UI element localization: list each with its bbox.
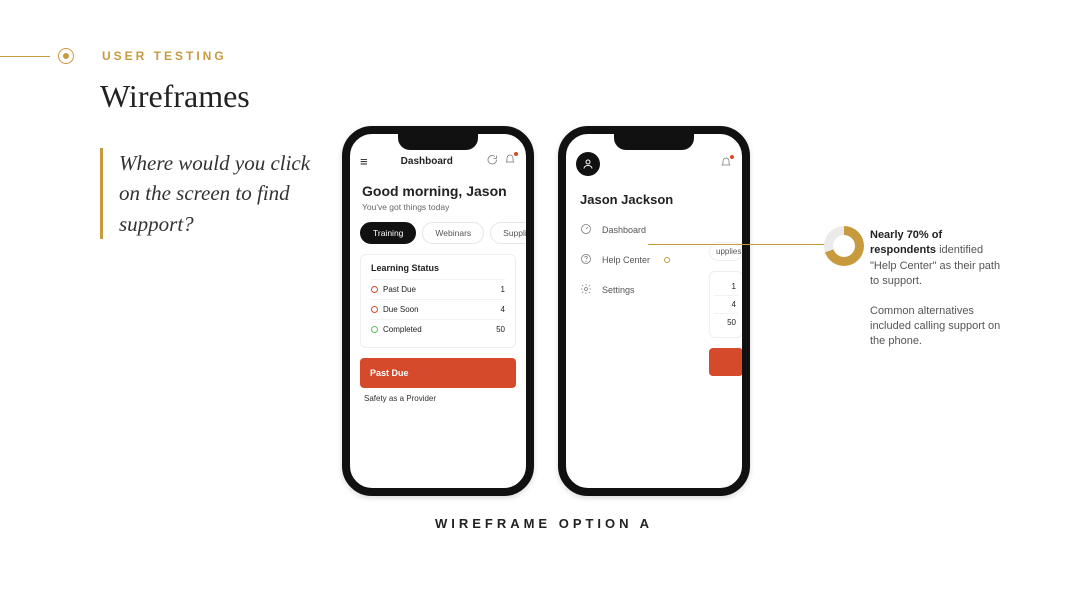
annotation-connector-line — [648, 244, 830, 245]
row-label: Past Due — [383, 285, 416, 294]
question-text: Where would you click on the screen to f… — [119, 148, 319, 239]
menu-label: Settings — [602, 285, 635, 295]
question-block: Where would you click on the screen to f… — [100, 148, 319, 239]
status-row-completed[interactable]: Completed 50 — [371, 319, 505, 339]
row-label: Due Soon — [383, 305, 419, 314]
wireframe-phone-menu: Jason Jackson Dashboard Help Center Sett… — [558, 126, 750, 496]
tab-training[interactable]: Training — [360, 222, 416, 244]
row-label: Completed — [383, 325, 422, 334]
greeting-subtext: You've got things today — [350, 200, 526, 222]
wireframe-caption: WIREFRAME OPTION A — [0, 516, 1088, 531]
avatar-icon[interactable] — [576, 152, 600, 176]
status-dot-icon — [371, 326, 378, 333]
peek-value: 1 — [732, 282, 736, 291]
peek-value: 50 — [727, 318, 736, 327]
module-title: Safety as a Provider — [350, 388, 526, 403]
annotation-text: Nearly 70% of respondents identified "He… — [870, 228, 1010, 364]
bell-icon[interactable] — [720, 157, 732, 172]
menu-item-helpcenter[interactable]: Help Center — [580, 245, 728, 275]
gauge-icon — [580, 223, 594, 237]
bell-icon[interactable] — [504, 154, 516, 169]
peek-pastdue-banner — [709, 348, 742, 376]
gear-icon — [580, 283, 594, 297]
menu-item-settings[interactable]: Settings — [580, 275, 728, 305]
status-row-pastdue[interactable]: Past Due 1 — [371, 279, 505, 299]
row-value: 50 — [496, 325, 505, 334]
question-icon — [580, 253, 594, 267]
hamburger-icon[interactable]: ≡ — [360, 155, 368, 168]
peek-value: 4 — [732, 300, 736, 309]
wireframe-phone-dashboard: ≡ Dashboard Good morning, Jason You've g… — [342, 126, 534, 496]
annotation-headline: Nearly 70% of respondents — [870, 229, 942, 256]
user-name: Jason Jackson — [566, 182, 742, 215]
phone-notch — [398, 134, 478, 150]
row-value: 1 — [501, 285, 505, 294]
chat-icon[interactable] — [486, 154, 498, 169]
card-title: Learning Status — [371, 263, 505, 273]
row-value: 4 — [501, 305, 505, 314]
tab-row: Training Webinars Supplies — [350, 222, 526, 254]
screen-title: Dashboard — [401, 156, 453, 167]
decorative-line — [0, 56, 50, 57]
phone-notch — [614, 134, 694, 150]
decorative-bullet — [58, 48, 74, 64]
page-title: Wireframes — [100, 78, 250, 115]
past-due-banner[interactable]: Past Due — [360, 358, 516, 388]
highlight-marker-icon — [664, 257, 670, 263]
learning-status-card: Learning Status Past Due 1 Due Soon 4 Co… — [360, 254, 516, 348]
menu-item-dashboard[interactable]: Dashboard — [580, 215, 728, 245]
status-row-duesoon[interactable]: Due Soon 4 — [371, 299, 505, 319]
underlying-screen-peek: upplies 1 4 50 — [709, 242, 742, 376]
menu-label: Help Center — [602, 255, 650, 265]
annotation-line2: Common alternatives included calling sup… — [870, 304, 1010, 350]
tab-webinars[interactable]: Webinars — [422, 222, 484, 244]
menu-label: Dashboard — [602, 225, 646, 235]
section-header: USER TESTING — [0, 48, 227, 64]
section-label: USER TESTING — [102, 49, 227, 63]
greeting-text: Good morning, Jason — [350, 175, 526, 200]
status-dot-icon — [371, 306, 378, 313]
tab-supplies[interactable]: Supplies — [490, 222, 526, 244]
donut-chart — [824, 226, 864, 266]
status-dot-icon — [371, 286, 378, 293]
